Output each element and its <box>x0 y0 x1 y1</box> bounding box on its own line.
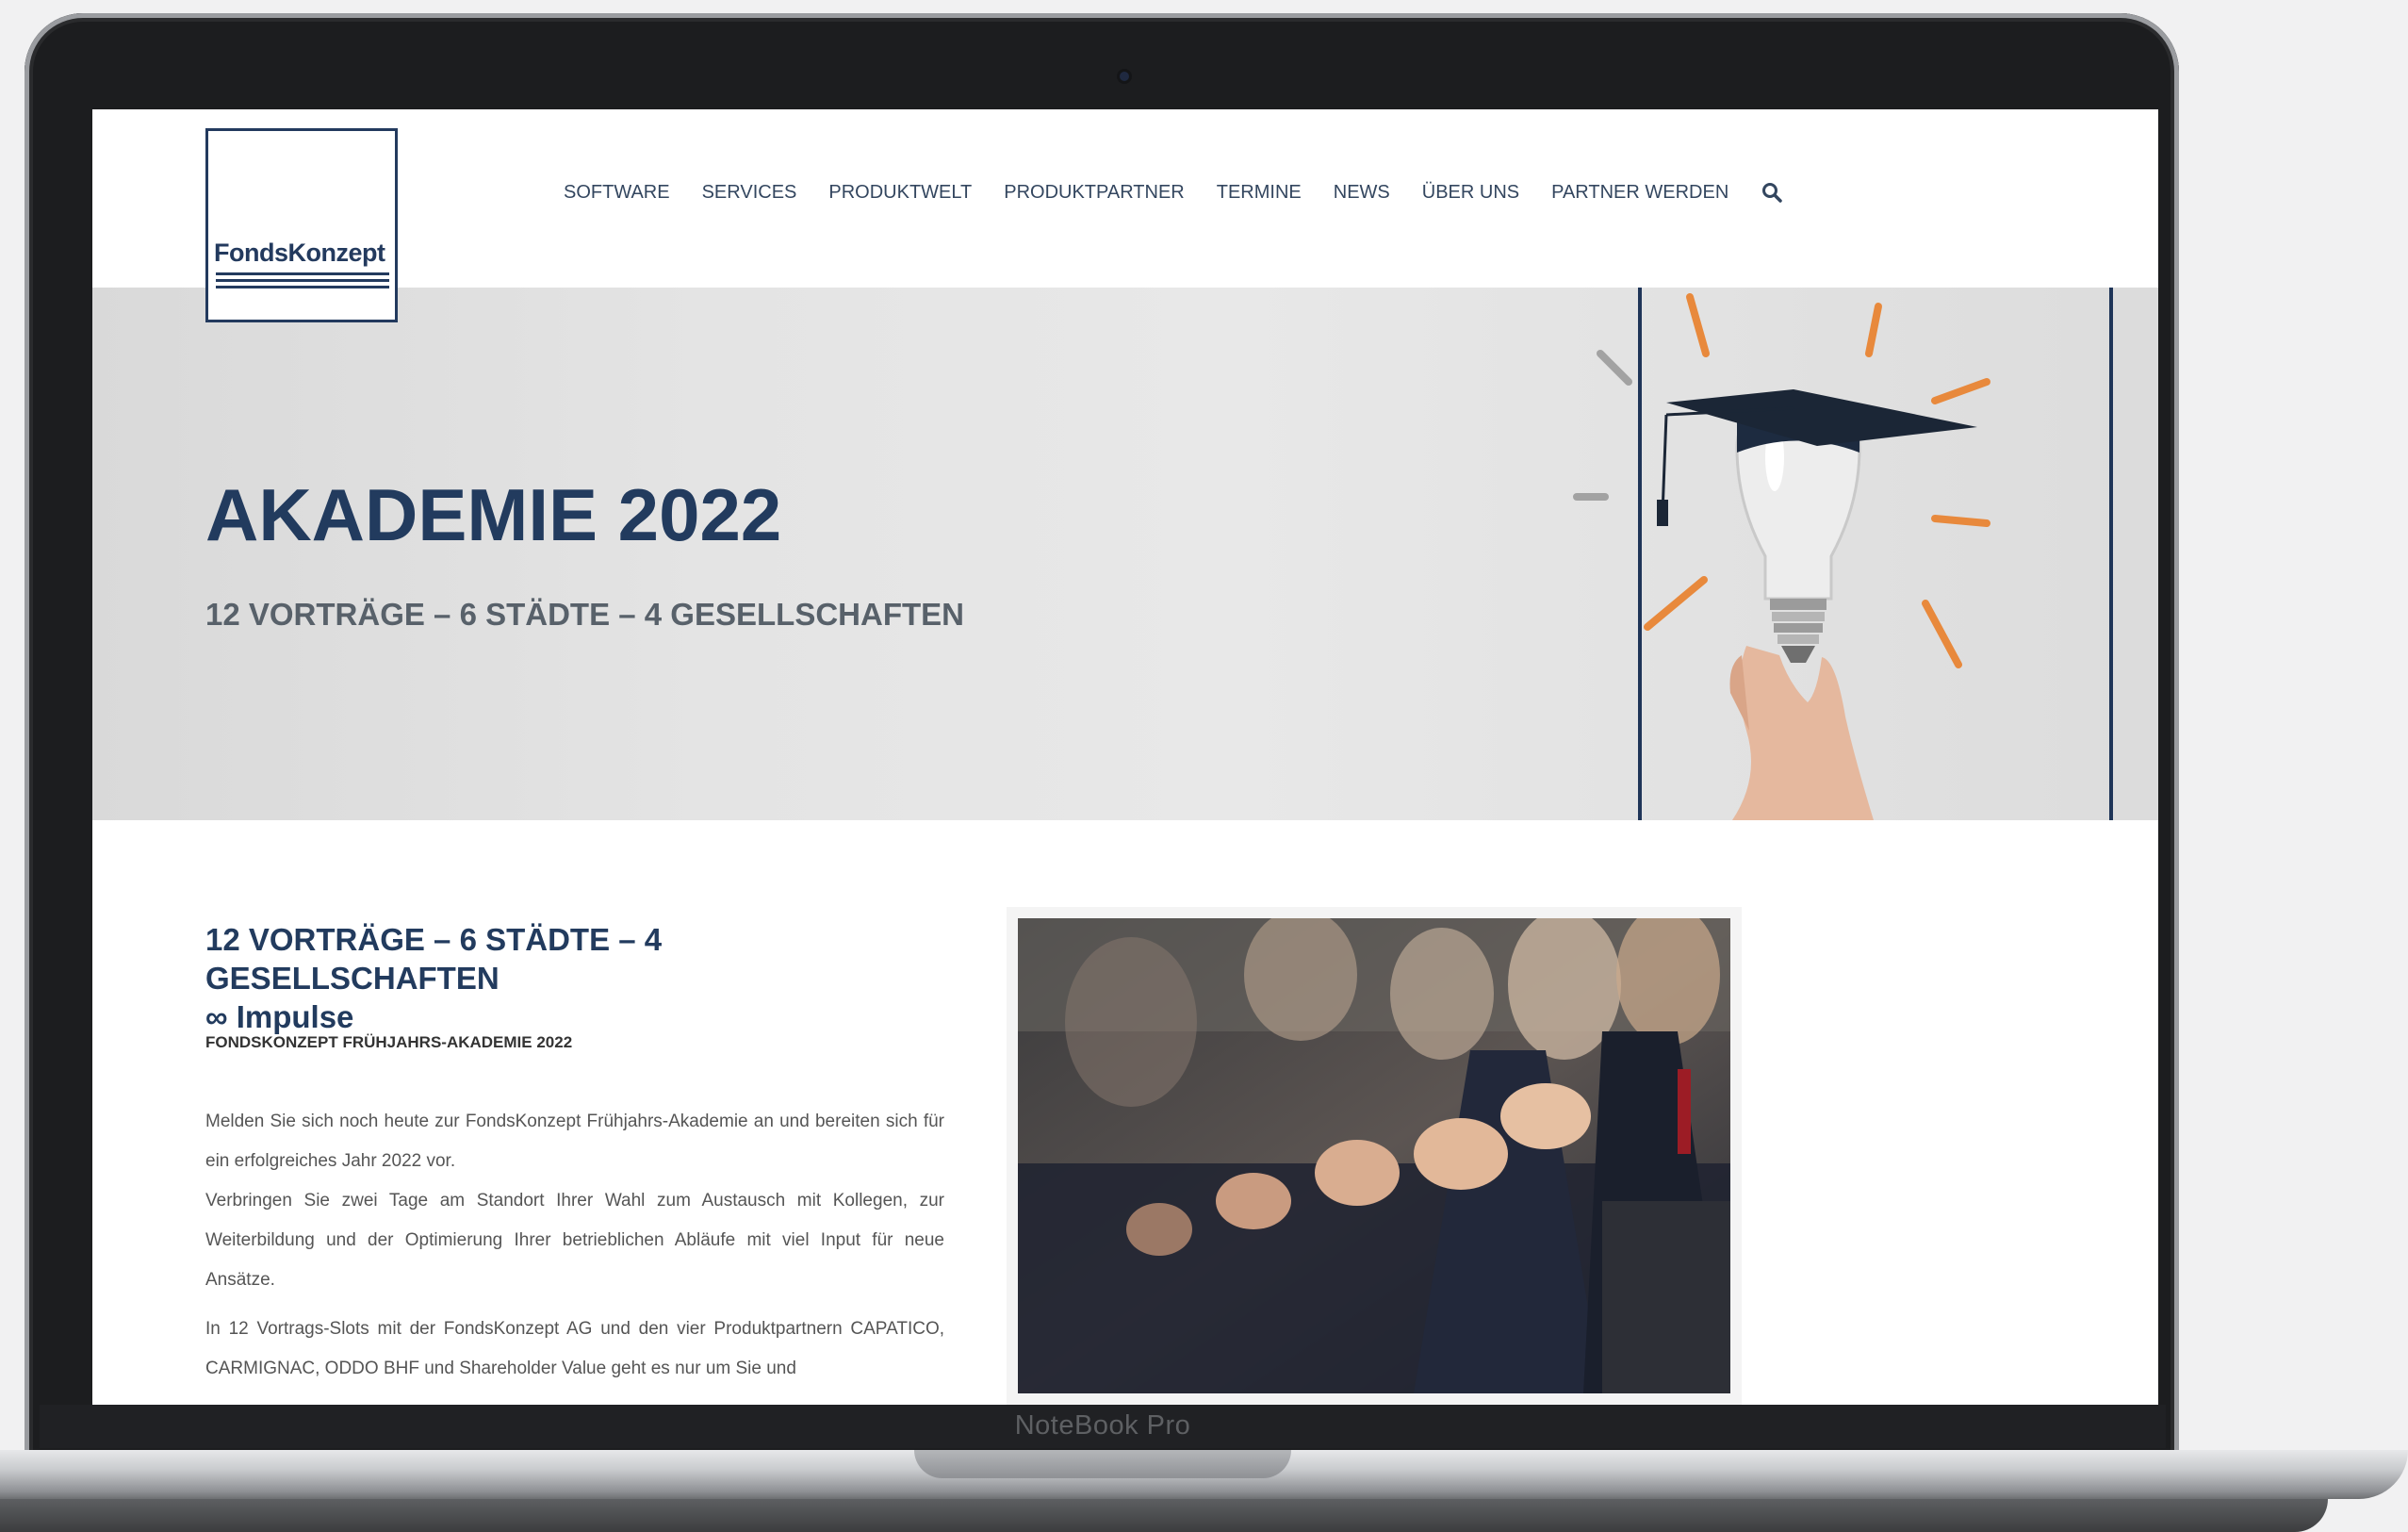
device-brand-label: NoteBook Pro <box>1014 1410 1191 1441</box>
paragraph-3: In 12 Vortrags-Slots mit der FondsKonzep… <box>205 1319 944 1378</box>
camera-icon <box>1120 72 1129 81</box>
site-logo[interactable]: FondsKonzept <box>205 128 398 322</box>
paragraph-1: Melden Sie sich noch heute zur FondsKonz… <box>205 1112 944 1171</box>
nav-item-news[interactable]: NEWS <box>1334 182 1390 204</box>
audience-photo-frame <box>1007 907 1742 1405</box>
logo-text: FondsKonzept <box>214 239 385 267</box>
content-heading: 12 VORTRÄGE – 6 STÄDTE – 4 GESELLSCHAFTE… <box>205 920 959 1036</box>
hero-title: AKADEMIE 2022 <box>205 473 782 556</box>
nav-item-produktpartner[interactable]: PRODUKTPARTNER <box>1004 182 1185 204</box>
logo-underline <box>216 272 389 292</box>
laptop-lid: FondsKonzept SOFTWARE SERVICES PRODUKTWE… <box>25 13 2179 1465</box>
nav-item-software[interactable]: SOFTWARE <box>564 182 670 204</box>
lightbulb-graduation-image <box>1573 288 2113 820</box>
site-header: FondsKonzept SOFTWARE SERVICES PRODUKTWE… <box>92 109 2158 322</box>
content-heading-line1: 12 VORTRÄGE – 6 STÄDTE – 4 GESELLSCHAFTE… <box>205 922 663 996</box>
paragraph-2: Verbringen Sie zwei Tage am Standort Ihr… <box>205 1191 944 1290</box>
content-body: Melden Sie sich noch heute zur FondsKonz… <box>205 1102 944 1398</box>
laptop-base-edge <box>0 1499 2328 1532</box>
laptop-notch <box>914 1450 1291 1478</box>
nav-item-produktwelt[interactable]: PRODUKTWELT <box>828 182 972 204</box>
browser-viewport: FondsKonzept SOFTWARE SERVICES PRODUKTWE… <box>92 109 2158 1408</box>
hero-banner: AKADEMIE 2022 12 VORTRÄGE – 6 STÄDTE – 4… <box>92 288 2158 820</box>
main-nav: SOFTWARE SERVICES PRODUKTWELT PRODUKTPAR… <box>564 181 1783 204</box>
nav-item-ueber-uns[interactable]: ÜBER UNS <box>1422 182 1519 204</box>
applauding-audience-photo <box>1018 918 1730 1393</box>
nav-item-services[interactable]: SERVICES <box>702 182 797 204</box>
search-icon[interactable] <box>1761 181 1783 204</box>
nav-item-partner-werden[interactable]: PARTNER WERDEN <box>1551 182 1728 204</box>
content-heading-line2: ∞ Impulse <box>205 999 354 1034</box>
hero-subtitle: 12 VORTRÄGE – 6 STÄDTE – 4 GESELLSCHAFTE… <box>205 597 964 632</box>
nav-item-termine[interactable]: TERMINE <box>1217 182 1302 204</box>
content-kicker: FONDSKONZEPT FRÜHJAHRS-AKADEMIE 2022 <box>205 1033 573 1051</box>
